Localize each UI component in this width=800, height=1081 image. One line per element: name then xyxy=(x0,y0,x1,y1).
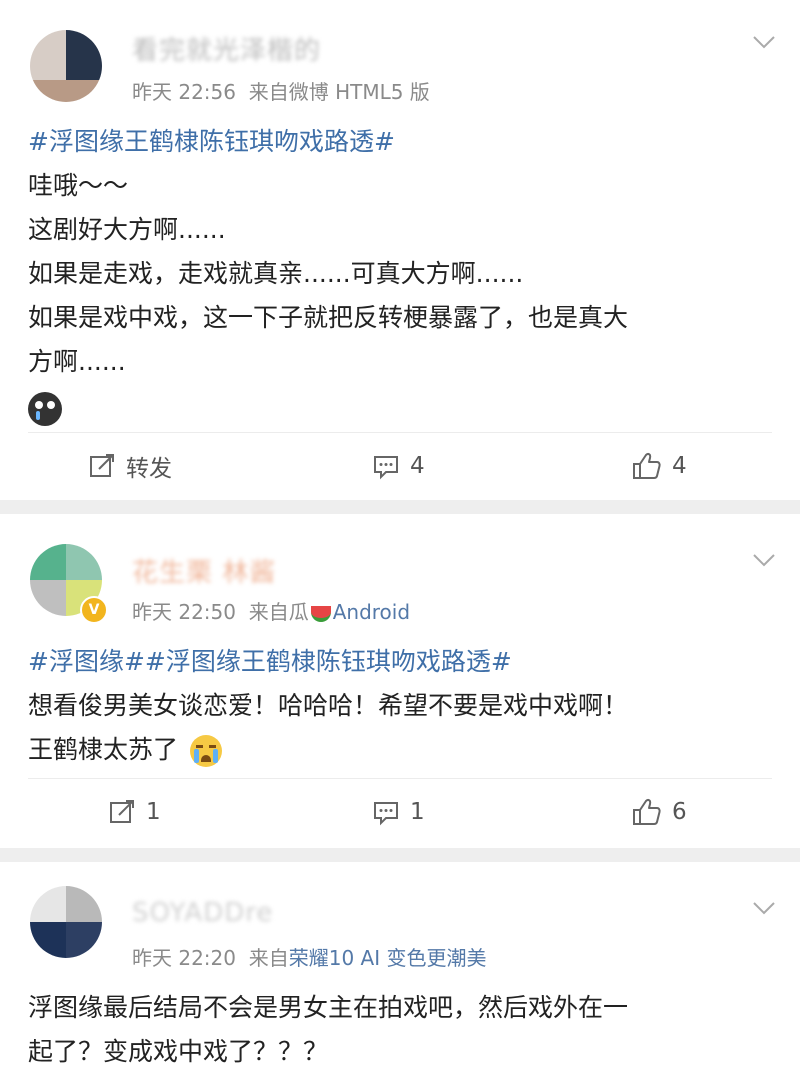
comment-count: 4 xyxy=(410,453,425,479)
avatar[interactable] xyxy=(30,30,102,102)
source-prefix: 来自 xyxy=(248,600,289,624)
post-line: 王鹤棣太苏了 xyxy=(28,735,179,764)
post-time: 昨天 22:50 xyxy=(132,600,236,624)
like-count: 6 xyxy=(672,799,687,825)
repost-icon xyxy=(90,454,114,477)
post-time: 昨天 22:56 xyxy=(132,80,236,104)
comment-button[interactable]: 4 xyxy=(372,446,425,486)
divider xyxy=(28,778,772,779)
post-line: 如果是戏中戏，这一下子就把反转梗暴露了，也是真大 xyxy=(28,303,629,332)
source-prefix: 来自 xyxy=(248,80,289,104)
post-source: 微博 HTML5 版 xyxy=(288,80,430,104)
post-meta: 昨天 22:56 来自微博 HTML5 版 xyxy=(132,76,430,105)
post-source: 瓜 xyxy=(288,600,309,624)
post-body: 浮图缘最后结局不会是男女主在拍戏吧，然后戏外在一 起了？变成戏中戏了？？？ xyxy=(28,986,768,1074)
verified-badge: V xyxy=(80,596,108,624)
source-prefix: 来自 xyxy=(248,946,289,970)
post-time: 昨天 22:20 xyxy=(132,946,236,970)
post-line: 这剧好大方啊...... xyxy=(28,215,226,244)
user-name[interactable]: SOYADDre xyxy=(132,898,273,928)
post-line: 如果是走戏，走戏就真亲......可真大方啊...... xyxy=(28,259,524,288)
divider xyxy=(28,432,772,433)
post-separator xyxy=(0,848,800,862)
chevron-down-icon[interactable] xyxy=(752,552,776,568)
post-line: 哇哦～～ xyxy=(28,171,129,200)
comment-button[interactable]: 1 xyxy=(372,792,425,832)
chevron-down-icon[interactable] xyxy=(752,900,776,916)
repost-button[interactable]: 转发 xyxy=(88,446,172,486)
chevron-down-icon[interactable] xyxy=(752,34,776,50)
repost-count: 1 xyxy=(146,799,161,825)
crying-emoji-icon xyxy=(28,392,62,426)
user-name[interactable]: 看完就光泽楷的 xyxy=(132,30,321,67)
post-line: 浮图缘最后结局不会是男女主在拍戏吧，然后戏外在一 xyxy=(28,993,629,1022)
like-count: 4 xyxy=(672,453,687,479)
crying-face-emoji-icon xyxy=(189,735,222,767)
repost-label: 转发 xyxy=(126,456,172,482)
post-card: SOYADDre 昨天 22:20 来自荣耀10 AI 变色更潮美 浮图缘最后结… xyxy=(0,862,800,1081)
like-button[interactable]: 4 xyxy=(632,446,687,486)
thumbs-up-icon xyxy=(633,453,661,479)
post-card: V 花生栗 林酱 昨天 22:50 来自瓜 Android #浮图缘##浮图缘王鹤… xyxy=(0,514,800,848)
post-separator xyxy=(0,500,800,514)
post-source-link[interactable]: Android xyxy=(333,600,410,624)
repost-icon xyxy=(110,800,134,823)
watermelon-icon xyxy=(310,605,331,622)
thumbs-up-icon xyxy=(633,799,661,825)
post-body: #浮图缘王鹤棣陈钰琪吻戏路透# 哇哦～～ 这剧好大方啊...... 如果是走戏，… xyxy=(28,120,768,428)
comment-count: 1 xyxy=(410,799,425,825)
comment-icon xyxy=(374,802,398,826)
post-line: 方啊...... xyxy=(28,347,126,376)
comment-icon xyxy=(374,456,398,480)
hashtag-link[interactable]: #浮图缘##浮图缘王鹤棣陈钰琪吻戏路透# xyxy=(28,640,768,684)
post-card: 看完就光泽楷的 昨天 22:56 来自微博 HTML5 版 #浮图缘王鹤棣陈钰琪… xyxy=(0,0,800,500)
post-meta: 昨天 22:20 来自荣耀10 AI 变色更潮美 xyxy=(132,942,486,971)
user-name[interactable]: 花生栗 林酱 xyxy=(132,552,276,589)
post-meta: 昨天 22:50 来自瓜 Android xyxy=(132,596,410,625)
repost-button[interactable]: 1 xyxy=(108,792,161,832)
hashtag-link[interactable]: #浮图缘王鹤棣陈钰琪吻戏路透# xyxy=(28,120,768,164)
avatar[interactable] xyxy=(30,886,102,958)
like-button[interactable]: 6 xyxy=(632,792,687,832)
post-line: 起了？变成戏中戏了？？？ xyxy=(28,1037,329,1066)
post-line: 想看俊男美女谈恋爱！哈哈哈！希望不要是戏中戏啊！ xyxy=(28,691,629,720)
post-body: #浮图缘##浮图缘王鹤棣陈钰琪吻戏路透# 想看俊男美女谈恋爱！哈哈哈！希望不要是… xyxy=(28,640,768,772)
post-source-link[interactable]: 荣耀10 AI 变色更潮美 xyxy=(289,946,487,970)
